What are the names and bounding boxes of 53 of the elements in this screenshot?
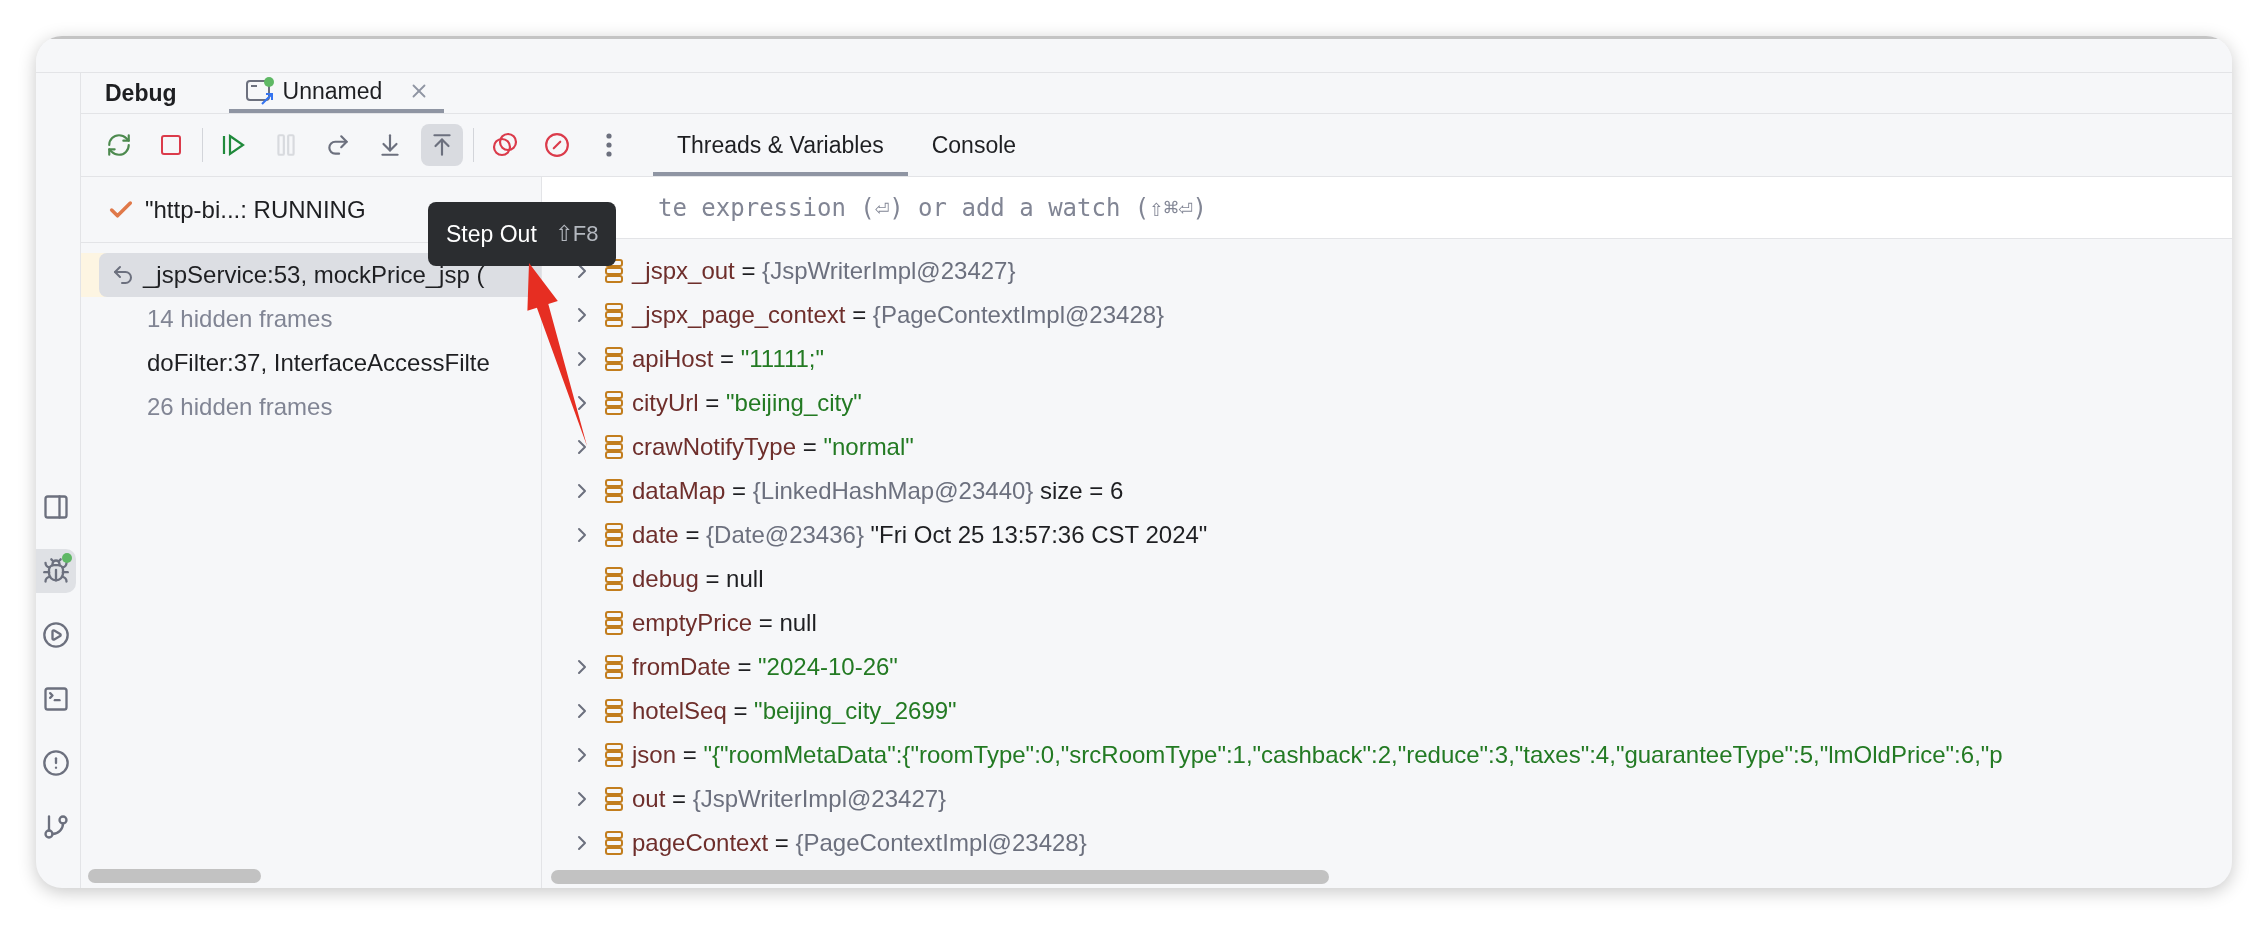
alert-icon bbox=[42, 749, 70, 777]
field-icon bbox=[604, 478, 624, 505]
variable-text: json = "{"roomMetaData":{"roomType":0,"srcRoomType":1,"cashback":2,"reduce":3,"taxes":4,"guaranteeType":5,"lmOldPrice":6,"p bbox=[632, 741, 2003, 770]
field-icon bbox=[604, 434, 624, 461]
variable-text: _jspx_page_context = {PageContextImpl@23428} bbox=[632, 301, 1165, 330]
variable-text: fromDate = "2024-10-26" bbox=[632, 653, 898, 682]
variable-text: date = {Date@23436} "Fri Oct 25 13:57:36 CST 2024" bbox=[632, 521, 1208, 550]
play-icon bbox=[42, 621, 70, 649]
variable-text: cityUrl = "beijing_city" bbox=[632, 389, 862, 418]
field-icon bbox=[604, 302, 624, 329]
panel-title: Debug bbox=[105, 79, 177, 107]
window-icon bbox=[244, 76, 275, 106]
panel-icon bbox=[42, 493, 70, 521]
stop-icon bbox=[159, 133, 183, 157]
variable-text: pageContext = {PageContextImpl@23428} bbox=[632, 829, 1087, 858]
scrollbar[interactable] bbox=[551, 869, 1329, 884]
status-dot-icon bbox=[62, 553, 72, 563]
field-icon bbox=[604, 390, 624, 417]
variable-text: dataMap = {LinkedHashMap@23440} size = 6 bbox=[632, 477, 1124, 506]
scrollbar[interactable] bbox=[88, 869, 261, 883]
breakpoints-icon bbox=[491, 131, 519, 159]
session-tab[interactable]: Unnamed bbox=[228, 73, 445, 113]
view-tab[interactable]: Console bbox=[907, 114, 1041, 176]
field-icon bbox=[604, 258, 624, 285]
variable-text: apiHost = "11111;" bbox=[632, 345, 825, 374]
field-icon bbox=[604, 830, 624, 857]
variable-text: out = {JspWriterImpl@23427} bbox=[632, 785, 947, 814]
field-icon bbox=[604, 654, 624, 681]
field-icon bbox=[604, 698, 624, 725]
stack-frame[interactable]: doFilter:37, InterfaceAccessFilte bbox=[99, 341, 541, 385]
return-icon bbox=[111, 263, 135, 287]
stack-frame[interactable]: _jspService:53, mockPrice_jsp ( bbox=[99, 253, 541, 297]
terminal-icon bbox=[42, 685, 70, 713]
tool-window-button[interactable] bbox=[36, 549, 76, 593]
field-icon bbox=[604, 522, 624, 549]
branch-icon bbox=[42, 813, 70, 841]
rerun-icon bbox=[106, 132, 132, 158]
variable-text: _jspx_out = {JspWriterImpl@23427} bbox=[632, 257, 1016, 286]
variable-text: crawNotifyType = "normal" bbox=[632, 433, 914, 462]
variable-text: emptyPrice = null bbox=[632, 609, 817, 638]
field-icon bbox=[604, 346, 624, 373]
field-icon bbox=[604, 742, 624, 769]
variable-text: debug = null bbox=[632, 565, 764, 594]
mute-breakpoints-icon bbox=[544, 132, 570, 158]
bug-icon bbox=[42, 557, 70, 585]
step-over-icon bbox=[325, 132, 351, 158]
field-icon bbox=[604, 610, 624, 637]
field-icon bbox=[604, 566, 624, 593]
field-icon bbox=[604, 786, 624, 813]
step-out-button[interactable] bbox=[421, 124, 463, 166]
resume-icon bbox=[221, 133, 247, 157]
variable-text: hotelSeq = "beijing_city_2699" bbox=[632, 697, 957, 726]
more-icon bbox=[606, 133, 612, 157]
